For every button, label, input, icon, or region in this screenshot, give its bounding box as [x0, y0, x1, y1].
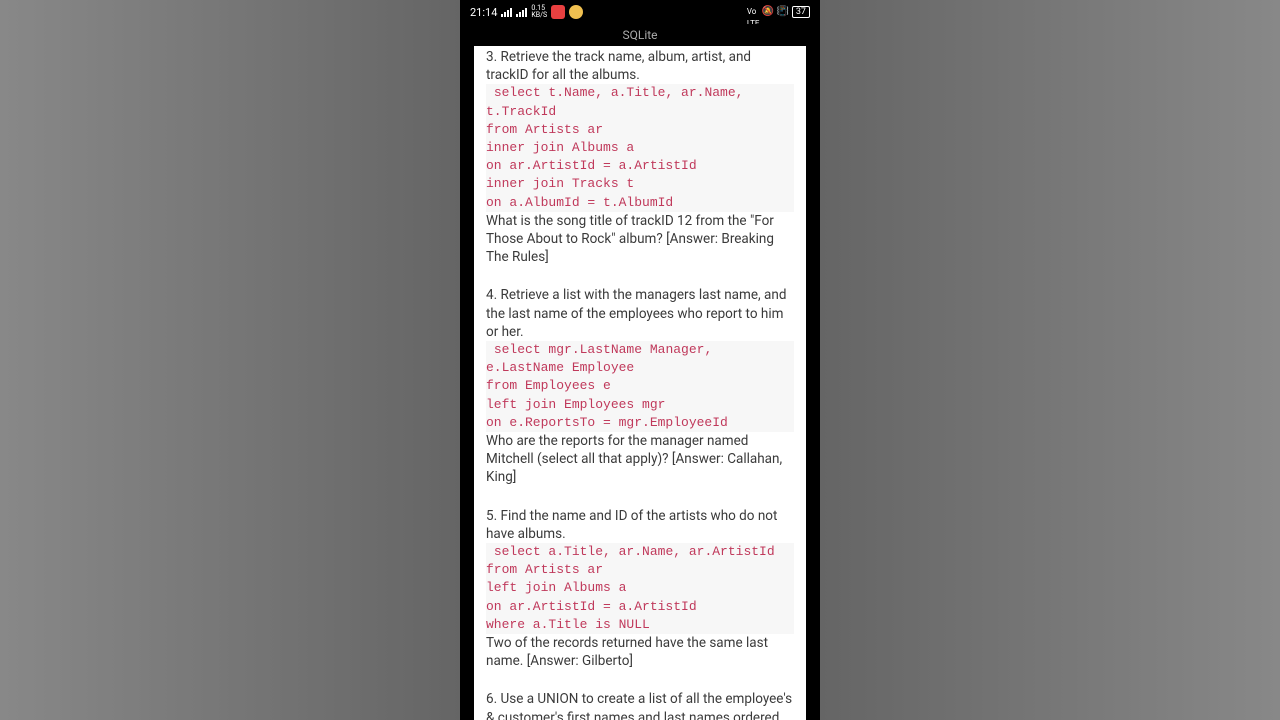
- status-right: VoLTE 🔕 📳 37: [747, 6, 810, 18]
- yellow-circle-icon: [569, 5, 583, 19]
- status-bar: 21:14 0.15 KB/S VoLTE 🔕 📳 37: [460, 0, 820, 24]
- signal-icon-1: [501, 7, 512, 17]
- item-5: 5. Find the name and ID of the artists w…: [486, 507, 794, 671]
- followup-text: Who are the reports for the manager name…: [486, 432, 794, 487]
- item-3: 3. Retrieve the track name, album, artis…: [486, 48, 794, 266]
- battery-indicator: 37: [792, 6, 810, 18]
- kbs-label: 0.15 KB/S: [531, 5, 547, 19]
- status-time: 21:14: [470, 6, 497, 19]
- prompt-text: 3. Retrieve the track name, album, artis…: [486, 48, 794, 84]
- code-block: select mgr.LastName Manager, e.LastName …: [486, 341, 794, 432]
- signal-icon-2: [516, 7, 527, 17]
- item-6: 6. Use a UNION to create a list of all t…: [486, 690, 794, 720]
- status-left: 21:14 0.15 KB/S: [470, 5, 583, 19]
- vibrate-icon: 📳: [777, 6, 789, 18]
- followup-text: Two of the records returned have the sam…: [486, 634, 794, 670]
- red-badge-icon: [551, 5, 565, 19]
- volte-icon: VoLTE: [747, 6, 759, 18]
- mute-icon: 🔕: [762, 6, 774, 18]
- code-block: select a.Title, ar.Name, ar.ArtistId fro…: [486, 543, 794, 634]
- prompt-text: 6. Use a UNION to create a list of all t…: [486, 690, 794, 720]
- code-block: select t.Name, a.Title, ar.Name, t.Track…: [486, 84, 794, 211]
- document-content[interactable]: 3. Retrieve the track name, album, artis…: [474, 46, 806, 720]
- app-title: SQLite: [622, 28, 657, 42]
- item-4: 4. Retrieve a list with the managers las…: [486, 286, 794, 486]
- prompt-text: 4. Retrieve a list with the managers las…: [486, 286, 794, 341]
- prompt-text: 5. Find the name and ID of the artists w…: [486, 507, 794, 543]
- app-title-bar: SQLite: [460, 24, 820, 46]
- phone-frame: 21:14 0.15 KB/S VoLTE 🔕 📳 37 SQLite 3. R…: [460, 0, 820, 720]
- followup-text: What is the song title of trackID 12 fro…: [486, 212, 794, 267]
